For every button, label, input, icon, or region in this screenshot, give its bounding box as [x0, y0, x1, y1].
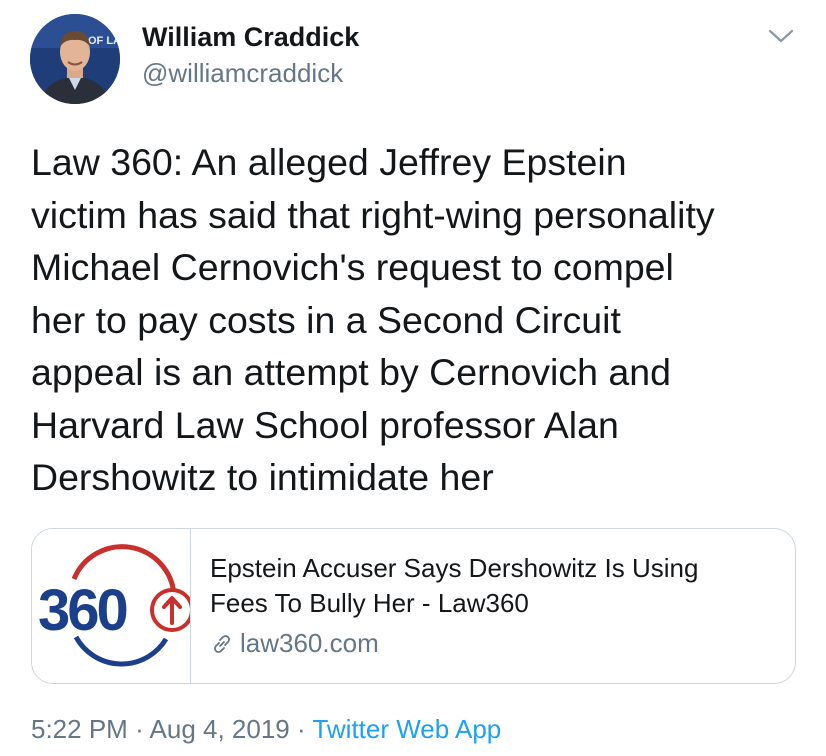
meta-separator: · [135, 714, 144, 744]
tweet-text-line: Michael Cernovich's request to compel [31, 246, 674, 288]
author-handle[interactable]: @williamcraddick [142, 58, 343, 89]
card-url: law360.com [210, 628, 775, 659]
tweet-text-line: her to pay costs in a Second Circuit [31, 298, 621, 341]
tweet-text-line: appeal is an attempt by Cernovich and [31, 351, 671, 393]
tweet-meta: 5:22 PM · Aug 4, 2019 · Twitter Web App [31, 714, 501, 745]
card-title-line: Fees To Bully Her - Law360 [210, 588, 529, 618]
card-title: Epstein Accuser Says Dershowitz Is Using… [210, 551, 775, 621]
tweet-time[interactable]: 5:22 PM [31, 714, 128, 744]
tweet-text-line: Dershowitz to intimidate her [31, 456, 494, 498]
tweet-text-line: victim has said that right-wing personal… [31, 193, 715, 236]
tweet-text: Law 360: An alleged Jeffrey Epstein vict… [31, 136, 801, 504]
law360-logo: 360 [38, 544, 194, 667]
link-icon [214, 634, 230, 653]
link-card[interactable]: 360 Epstein Accuser Says Dershowitz Is U… [31, 528, 796, 684]
source-app-link[interactable]: Twitter Web App [312, 714, 501, 744]
logo-text: 360 [38, 578, 127, 643]
card-title-line: Epstein Accuser Says Dershowitz Is Using [210, 553, 699, 583]
tweet-date[interactable]: Aug 4, 2019 [150, 714, 290, 744]
avatar[interactable]: OF LA [30, 14, 120, 104]
card-thumbnail: 360 [32, 529, 194, 683]
card-domain: law360.com [240, 628, 379, 658]
chevron-down-icon[interactable] [766, 26, 796, 46]
tweet-text-line: Harvard Law School professor Alan [31, 403, 619, 446]
avatar-banner-text: OF LA [88, 35, 120, 47]
tweet-text-line: Law 360: An alleged Jeffrey Epstein [31, 141, 627, 183]
meta-separator: · [297, 714, 306, 744]
author-name[interactable]: William Craddick [142, 22, 359, 53]
